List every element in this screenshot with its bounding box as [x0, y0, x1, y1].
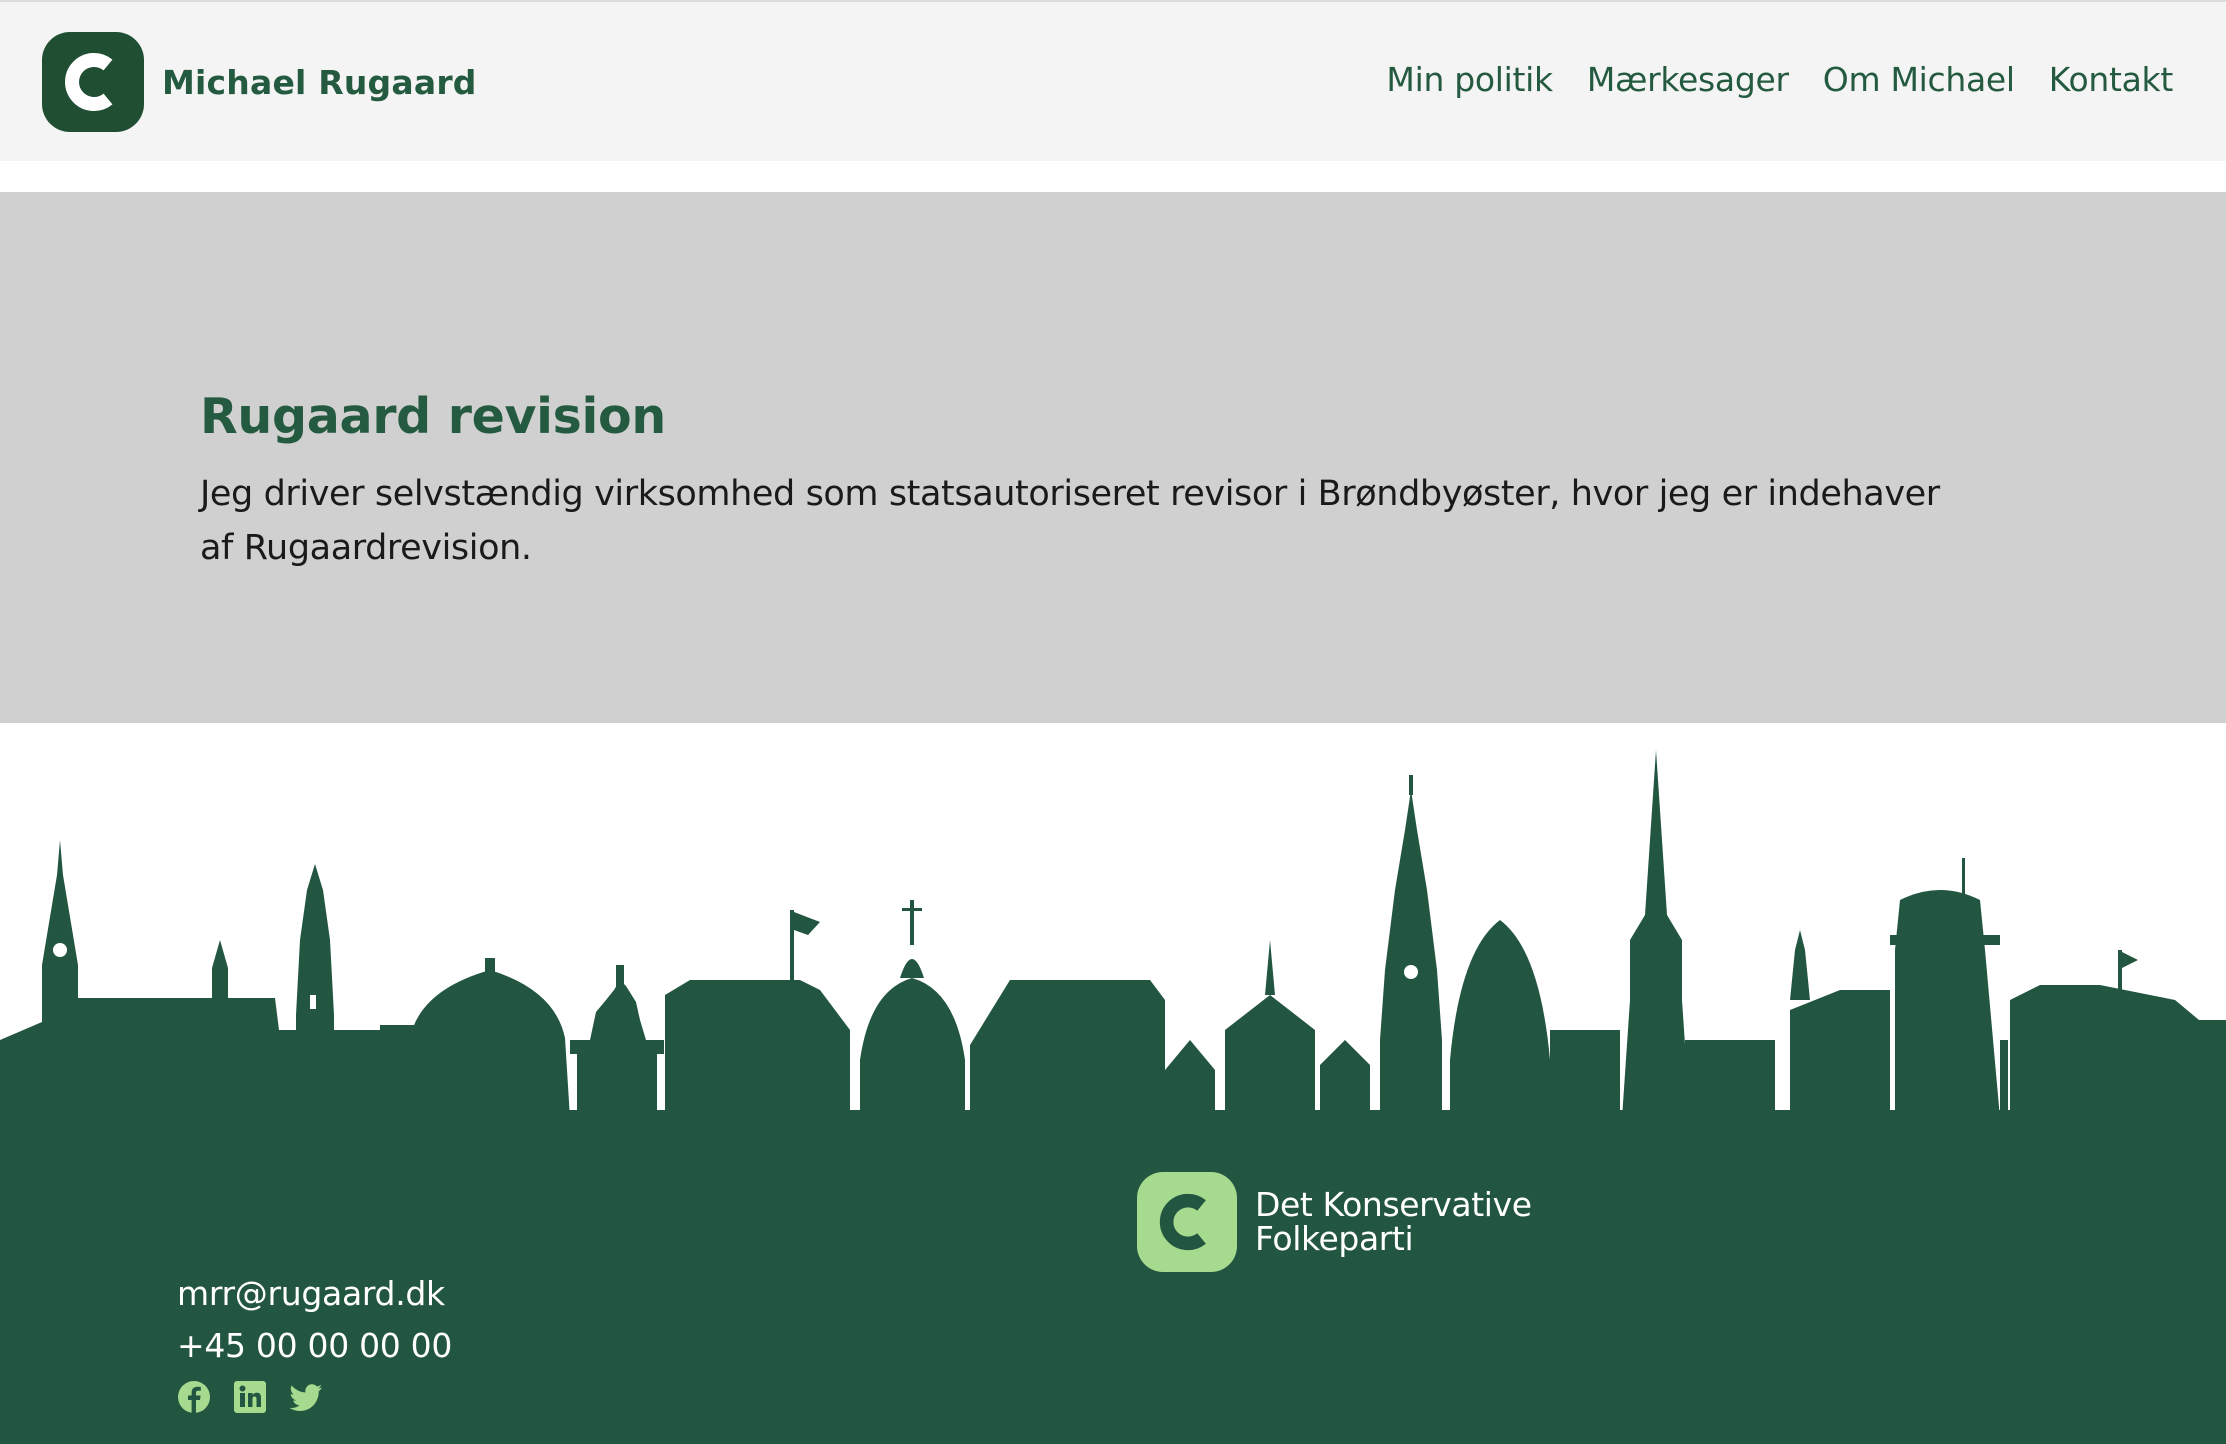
brand-home-link[interactable]: Michael Rugaard [42, 32, 477, 132]
contact-phone-link[interactable]: +45 00 00 00 00 [177, 1320, 452, 1372]
party-c-logo-icon [1137, 1172, 1237, 1272]
party-name: Det Konservative Folkeparti [1255, 1188, 1532, 1256]
nav-min-politik[interactable]: Min politik [1386, 60, 1553, 99]
site-header: Michael Rugaard Min politik Mærkesager O… [0, 0, 2226, 161]
copenhagen-skyline-illustration [0, 750, 2226, 1120]
twitter-icon[interactable] [289, 1380, 323, 1414]
hero-text: Jeg driver selvstændig virksomhed som st… [200, 474, 1940, 568]
hero-section: Rugaard revision Jeg driver selvstændig … [0, 192, 2226, 723]
social-links [177, 1380, 452, 1414]
facebook-icon[interactable] [177, 1380, 211, 1414]
brand-name: Michael Rugaard [162, 62, 477, 102]
party-logo-link[interactable]: Det Konservative Folkeparti [1137, 1172, 1532, 1272]
party-name-line1: Det Konservative [1255, 1185, 1532, 1224]
contact-block: mrr@rugaard.dk +45 00 00 00 00 [177, 1268, 452, 1414]
linkedin-icon[interactable] [233, 1380, 267, 1414]
conservative-c-logo-icon [42, 32, 144, 132]
party-name-line2: Folkeparti [1255, 1219, 1414, 1258]
nav-om-michael[interactable]: Om Michael [1823, 60, 2015, 99]
nav-maerkesager[interactable]: Mærkesager [1587, 60, 1789, 99]
main-nav: Min politik Mærkesager Om Michael Kontak… [1386, 60, 2173, 99]
site-footer: Det Konservative Folkeparti mrr@rugaard.… [0, 1118, 2226, 1444]
contact-email-link[interactable]: mrr@rugaard.dk [177, 1268, 452, 1320]
hero-title: Rugaard revision [200, 388, 666, 445]
nav-kontakt[interactable]: Kontakt [2049, 60, 2174, 99]
